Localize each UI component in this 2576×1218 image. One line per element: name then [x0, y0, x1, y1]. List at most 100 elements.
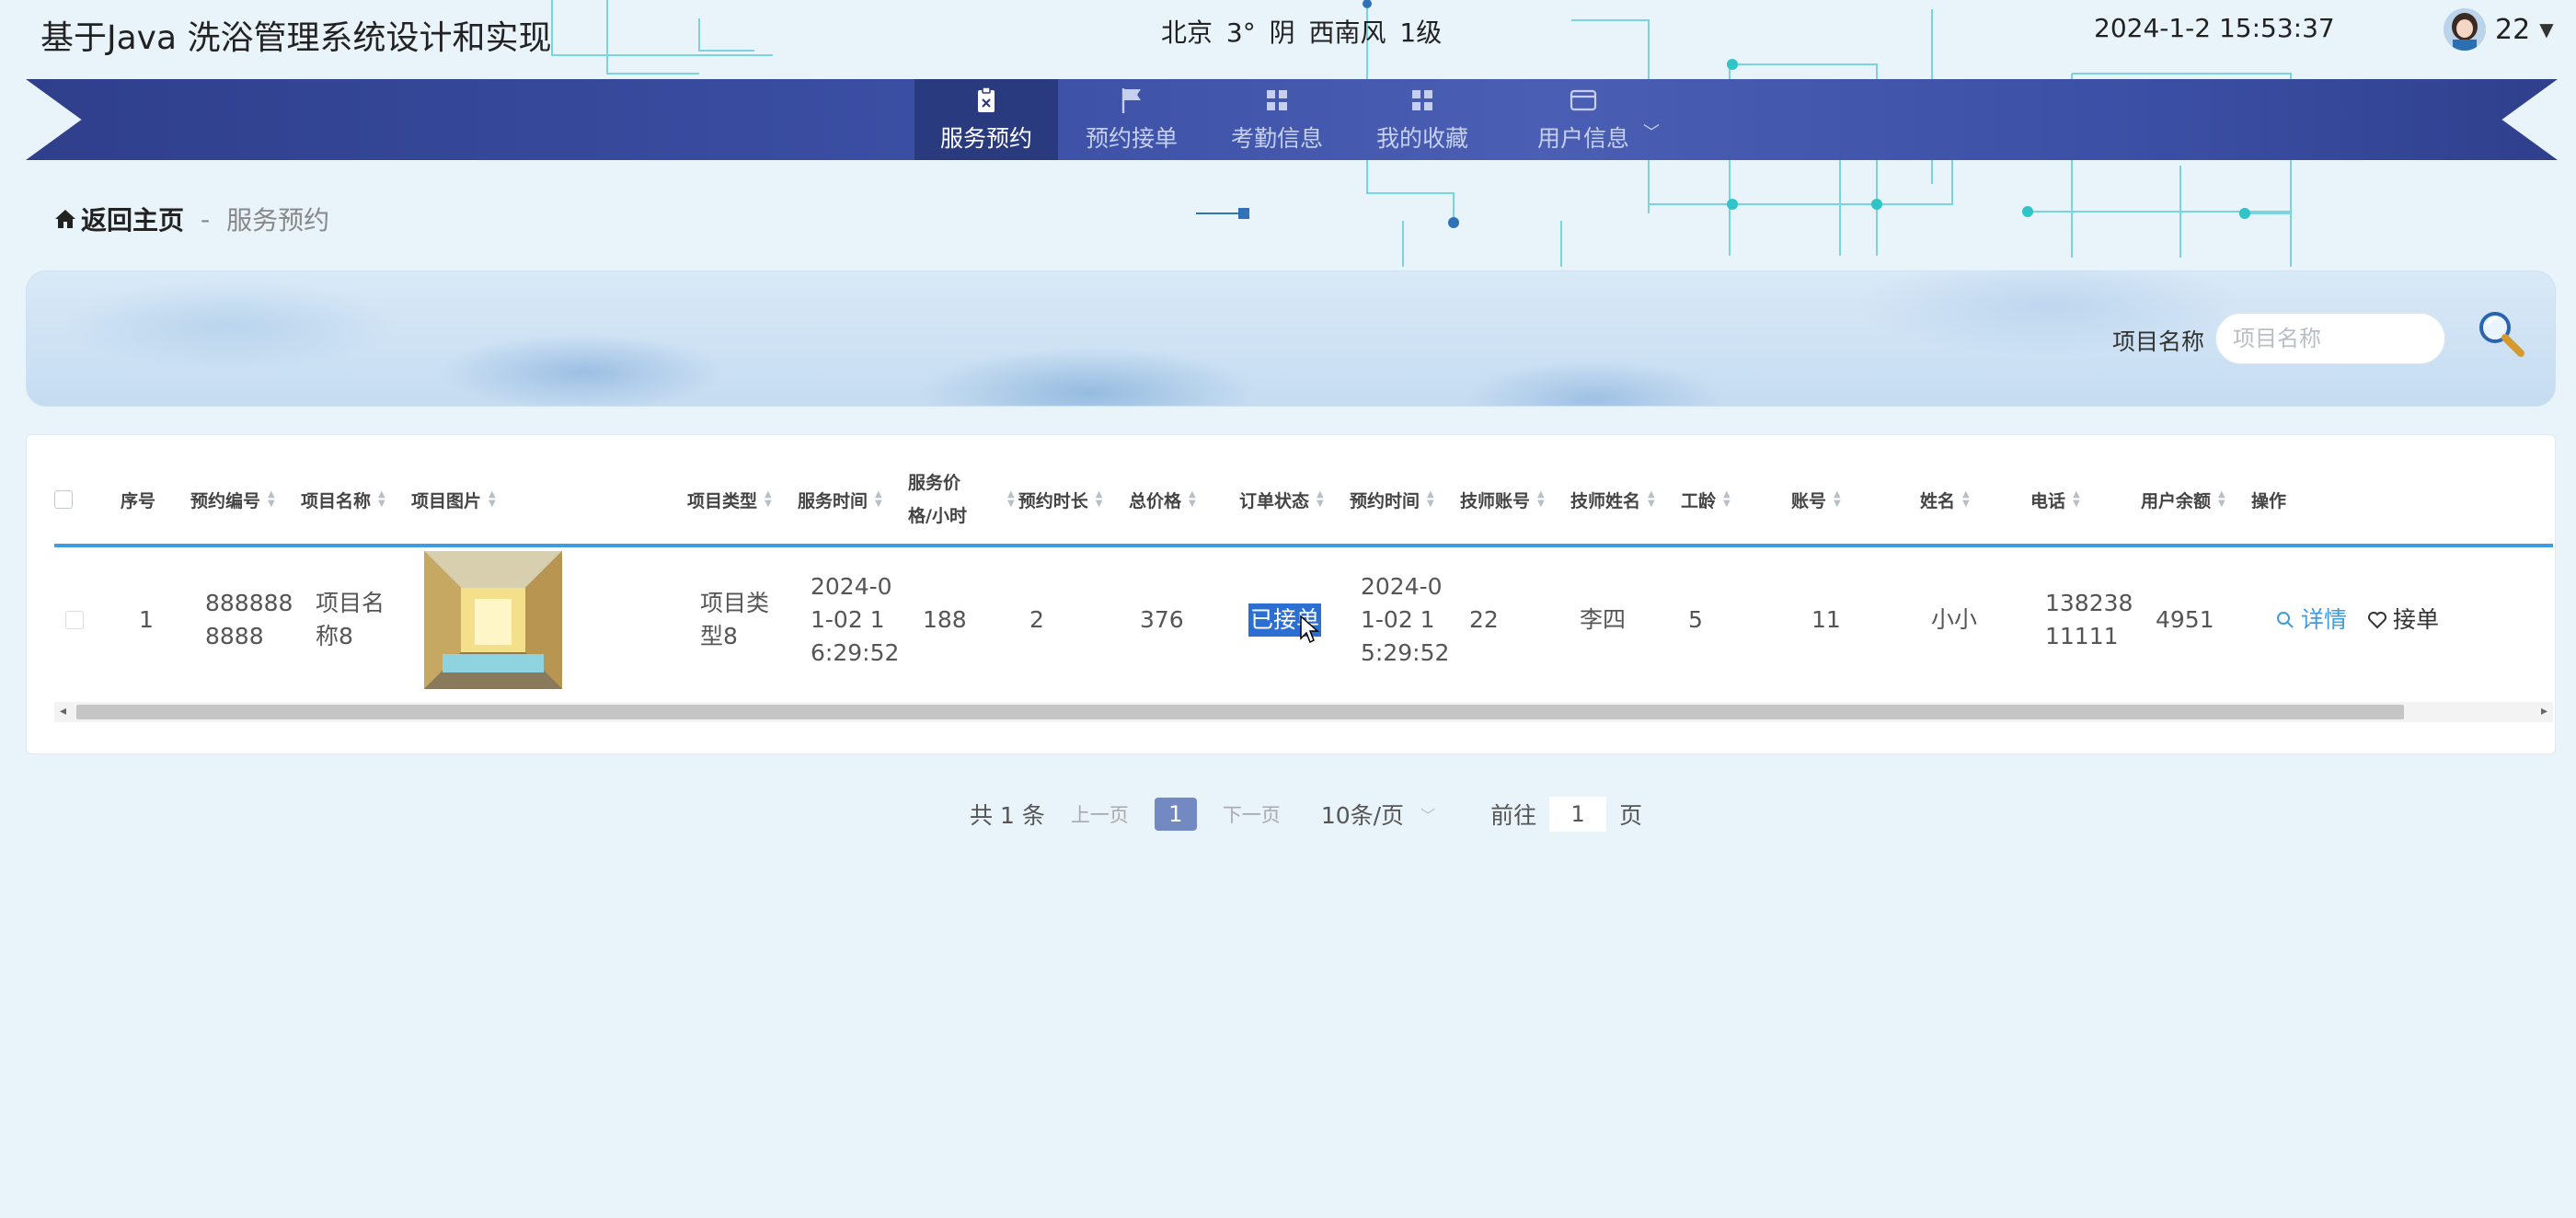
weather-info: 北京 3° 阴 西南风 1级 — [1161, 17, 1443, 48]
column-header[interactable]: 订单状态 ▲ ▼ — [1239, 472, 1324, 527]
breadcrumb-home[interactable]: 返回主页 — [53, 201, 184, 237]
nav-item-service-booking[interactable]: 服务预约 — [914, 79, 1058, 160]
column-header: 服务价格/小时 — [908, 473, 967, 526]
sort-icon: ▲ ▼ — [1427, 489, 1434, 509]
horizontal-scrollbar[interactable]: ◂ ▸ — [54, 702, 2553, 722]
cell-phone: 138238 11111 — [2045, 590, 2133, 649]
column-header[interactable]: 姓名 ▲ ▼ — [1920, 472, 1970, 527]
sort-icon: ▲ ▼ — [1317, 489, 1324, 509]
column-header[interactable]: 项目类型 ▲ ▼ — [687, 472, 772, 527]
sort-icon: ▲ ▼ — [489, 489, 496, 509]
cell-duration: 2 — [1029, 606, 1044, 633]
card-icon — [1570, 89, 1597, 111]
breadcrumb-home-label: 返回主页 — [81, 205, 185, 236]
sort-icon: ▲ ▼ — [1648, 489, 1655, 509]
clipboard-icon — [978, 86, 995, 112]
column-header[interactable]: 服务时间 ▲ ▼ — [798, 472, 882, 527]
cell-order-no: 888888 8888 — [205, 590, 293, 649]
caret-down-icon: ▼ — [2539, 18, 2554, 40]
cell-name: 小小 — [1931, 606, 1978, 633]
sort-icon: ▲ ▼ — [1962, 489, 1970, 509]
site-title: 基于Java 洗浴管理系统设计和实现 — [40, 19, 552, 57]
goto-label: 前往 — [1490, 802, 1537, 829]
breadcrumb-current: 服务预约 — [226, 205, 330, 236]
pagination-total: 共 1 条 — [970, 802, 1045, 829]
column-header[interactable]: 工龄 ▲ ▼ — [1681, 472, 1731, 527]
sort-icon: ▲ ▼ — [1007, 489, 1015, 509]
sort-icon: ▲ ▼ — [2218, 489, 2225, 509]
search-button[interactable] — [2475, 307, 2530, 362]
sort-icon: ▲ ▼ — [378, 489, 385, 509]
scroll-left-icon: ◂ — [60, 704, 67, 718]
column-header[interactable]: ▲ ▼ 预约时长 ▲ ▼ — [1007, 472, 1102, 527]
cell-booking-time: 2024-0 1-02 1 5:29:52 — [1361, 573, 1450, 666]
project-name-search-input[interactable] — [2215, 313, 2445, 364]
cell-balance: 4951 — [2156, 606, 2214, 633]
breadcrumb: 返回主页 - 服务预约 — [53, 201, 329, 237]
booking-table: 序号 预约编号 ▲ ▼ 项目名称 ▲ ▼ 项目图片 ▲ ▼ 项目类型 ▲ ▼ 服务时间 ▲ ▼ 服务… — [26, 434, 2556, 754]
cell-tech-name: 李四 — [1580, 606, 1627, 633]
nav-item-booking-orders[interactable]: 预约接单 — [1058, 79, 1205, 160]
select-all-checkbox[interactable] — [54, 472, 73, 527]
nav-item-attendance[interactable]: 考勤信息 — [1205, 79, 1349, 160]
row-checkbox[interactable] — [65, 547, 84, 693]
column-header[interactable]: 账号 ▲ ▼ — [1791, 472, 1841, 527]
sort-icon: ▲ ▼ — [268, 489, 275, 509]
sort-icon: ▲ ▼ — [875, 489, 882, 509]
scroll-right-icon: ▸ — [2540, 704, 2547, 718]
column-header: 序号 — [121, 490, 156, 511]
heart-icon — [2368, 612, 2387, 629]
chevron-down-icon: ﹀ — [1420, 807, 1436, 824]
column-header[interactable]: 电话 ▲ ▼ — [2030, 472, 2080, 527]
goto-page-input[interactable] — [1549, 797, 1607, 832]
column-header[interactable]: 技师账号 ▲ ▼ — [1460, 472, 1545, 527]
goto-suffix: 页 — [1619, 802, 1643, 829]
flag-icon — [1121, 88, 1141, 113]
detail-button[interactable]: 详情 — [2275, 603, 2347, 637]
column-header[interactable]: 技师姓名 ▲ ▼ — [1570, 472, 1655, 527]
column-header[interactable]: 用户余额 ▲ ▼ — [2141, 472, 2225, 527]
cell-tech-account: 22 — [1469, 606, 1499, 633]
column-header[interactable]: 项目名称 ▲ ▼ — [301, 472, 385, 527]
sort-icon: ▲ ▼ — [1537, 489, 1545, 509]
column-header[interactable]: 预约时间 ▲ ▼ — [1350, 472, 1434, 527]
nav-item-favorites[interactable]: 我的收藏 — [1349, 79, 1496, 160]
column-header[interactable]: 预约编号 ▲ ▼ — [190, 472, 275, 527]
next-page-button[interactable]: 下一页 — [1223, 800, 1281, 828]
page-number-button[interactable]: 1 — [1154, 798, 1197, 831]
cell-service-time: 2024-0 1-02 1 6:29:52 — [811, 573, 900, 666]
prev-page-button[interactable]: 上一页 — [1071, 800, 1129, 828]
avatar — [2444, 8, 2486, 51]
cell-total-price: 376 — [1140, 606, 1184, 633]
current-datetime: 2024-1-2 15:53:37 — [2094, 13, 2335, 43]
take-order-button[interactable]: 接单 — [2367, 603, 2439, 637]
cell-account: 11 — [1811, 606, 1841, 633]
breadcrumb-separator: - — [201, 203, 211, 235]
sort-icon: ▲ ▼ — [1189, 489, 1196, 509]
cell-actions: 详情 接单 — [2275, 547, 2439, 693]
sort-icon: ▲ ▼ — [1095, 489, 1103, 509]
chevron-down-icon: ﹀ — [1643, 123, 1660, 143]
nav-item-label: 预约接单 — [1085, 125, 1178, 152]
zoom-icon — [2277, 612, 2294, 628]
mouse-cursor-icon — [1300, 615, 1319, 644]
grid-icon — [1412, 90, 1432, 110]
pagination: 共 1 条 上一页 1 下一页 10条/页 ﹀ 前往 页 — [970, 793, 1642, 835]
nav-item-user-info[interactable]: 用户信息 ﹀ — [1496, 79, 1671, 160]
cell-project-type: 项目类 型8 — [700, 590, 770, 649]
page-size-select[interactable]: 10条/页 ﹀ — [1321, 798, 1435, 831]
column-header[interactable]: 总价格 ▲ ▼ — [1129, 472, 1196, 527]
sort-icon: ▲ ▼ — [1723, 489, 1731, 509]
table-header: 序号 预约编号 ▲ ▼ 项目名称 ▲ ▼ 项目图片 ▲ ▼ 项目类型 ▲ ▼ 服务时间 ▲ ▼ 服务… — [54, 472, 2553, 527]
project-image — [424, 547, 562, 693]
main-nav: 服务预约 预约接单 考勤信息 我的收藏 用户信息 ﹀ — [914, 79, 1671, 160]
search-label: 项目名称 — [2112, 328, 2205, 355]
cell-price-per-hour: 188 — [923, 606, 967, 633]
user-menu[interactable]: 22 ▼ — [2444, 6, 2554, 53]
column-header[interactable]: 项目图片 ▲ ▼ — [411, 472, 496, 527]
search-icon — [2479, 312, 2524, 357]
column-header: 操作 — [2251, 490, 2287, 511]
nav-item-label: 我的收藏 — [1375, 125, 1468, 152]
scrollbar-thumb[interactable] — [76, 705, 2404, 719]
sort-icon: ▲ ▼ — [765, 489, 772, 509]
